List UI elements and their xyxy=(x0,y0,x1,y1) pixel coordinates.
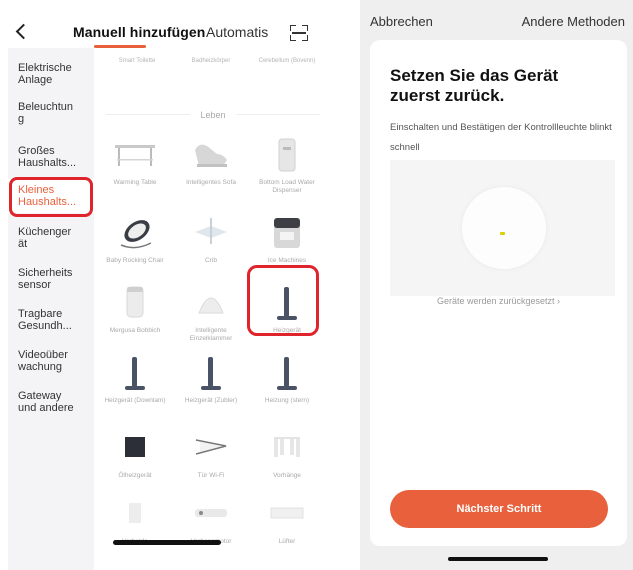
device-fan[interactable]: Lüfter xyxy=(252,492,322,570)
device-image xyxy=(462,187,546,269)
next-step-button[interactable]: Nächster Schritt xyxy=(390,490,608,528)
partial-device-label: Badheizkörper xyxy=(191,58,231,64)
door-icon xyxy=(188,426,234,468)
sofa-icon xyxy=(188,133,234,175)
device-warming-table[interactable]: Warming Table xyxy=(100,133,170,213)
reset-card: Setzen Sie das Gerät zuerst zurück. Eins… xyxy=(370,40,627,546)
cylinder-device-icon xyxy=(112,281,158,323)
heater-icon xyxy=(264,351,310,393)
scan-icon[interactable] xyxy=(290,25,308,41)
heater-icon xyxy=(188,351,234,393)
sidebar-item-elektrische-anlage[interactable]: Elektrische Anlage xyxy=(8,62,94,86)
section-title: Leben xyxy=(94,110,332,120)
back-chevron-icon[interactable] xyxy=(15,23,32,40)
table-icon xyxy=(112,133,158,175)
tab-auto-scan[interactable]: Automatis xyxy=(206,24,268,40)
pillar-icon xyxy=(112,492,158,534)
device-mergusa[interactable]: Mergusa Bobbich xyxy=(100,281,170,361)
ice-machine-icon xyxy=(264,211,310,253)
partial-device-label: Cerebellum (Bovenn) xyxy=(258,58,316,64)
instruction-text: Einschalten und Bestätigen der Kontrolll… xyxy=(390,122,612,153)
device-heater-stern[interactable]: Heizung (stern) xyxy=(252,351,322,431)
highlight-box-sidebar xyxy=(9,177,93,217)
device-intelligent-clamp[interactable]: Intelligente Einzelklammer xyxy=(176,281,246,361)
home-indicator xyxy=(448,557,548,561)
sidebar-item-gateway[interactable]: Gateway und andere xyxy=(8,390,94,414)
tab-manual-add[interactable]: Manuell hinzufügen xyxy=(73,24,205,40)
device-heater-zubler[interactable]: Heizgerät (Zubler) xyxy=(176,351,246,431)
heater-icon xyxy=(112,351,158,393)
fan-icon xyxy=(264,492,310,534)
partial-device-label: Smart Toilette xyxy=(118,58,156,64)
rocking-chair-icon xyxy=(112,211,158,253)
device-vorhalde[interactable]: Vorhalde xyxy=(100,492,170,570)
motor-icon xyxy=(188,492,234,534)
device-category-screen: Manuell hinzufügen Automatis Elektrische… xyxy=(0,0,332,570)
curtain-icon xyxy=(264,426,310,468)
sidebar-item-sicherheitssensor[interactable]: Sicherheits sensor xyxy=(8,267,94,291)
sidebar-item-videoueberwachung[interactable]: Videoüber wachung xyxy=(8,349,94,373)
water-dispenser-icon xyxy=(264,133,310,175)
crib-icon xyxy=(188,211,234,253)
reset-device-screen: Abbrechen Andere Methoden Setzen Sie das… xyxy=(360,0,633,570)
page-title: Setzen Sie das Gerät zuerst zurück. xyxy=(390,66,559,105)
section-title-text: Leben xyxy=(190,110,236,120)
category-sidebar: Elektrische Anlage Beleuchtun g Großes H… xyxy=(8,48,94,570)
oil-heater-icon xyxy=(112,426,158,468)
dome-device-icon xyxy=(188,281,234,323)
home-indicator xyxy=(113,540,221,545)
device-water-dispenser[interactable]: Bottom Load Water Dispenser xyxy=(252,133,322,213)
highlight-box-heater xyxy=(247,265,319,336)
top-bar: Manuell hinzufügen Automatis xyxy=(0,0,332,48)
device-curtain-motor[interactable]: Vorhangmotor xyxy=(176,492,246,570)
device-crib[interactable]: Crib xyxy=(176,211,246,291)
device-baby-rocking-chair[interactable]: Baby Rocking Chair xyxy=(100,211,170,291)
sidebar-item-tragbare-gesundheit[interactable]: Tragbare Gesundh... xyxy=(8,308,94,332)
device-heater-downlam[interactable]: Heizgerät (Downlam) xyxy=(100,351,170,431)
sidebar-item-kuechengeraet[interactable]: Küchenger ät xyxy=(8,226,94,250)
cancel-button[interactable]: Abbrechen xyxy=(370,14,433,29)
sidebar-item-beleuchtung[interactable]: Beleuchtun g xyxy=(8,101,94,125)
device-intelligent-sofa[interactable]: Intelligentes Sofa xyxy=(176,133,246,213)
indicator-light-icon xyxy=(500,232,505,235)
sidebar-item-grosses-haushalts[interactable]: Großes Haushalts... xyxy=(8,145,94,169)
reset-help-link[interactable]: Geräte werden zurückgesetzt › xyxy=(370,296,627,306)
device-illustration xyxy=(390,160,615,296)
other-methods-button[interactable]: Andere Methoden xyxy=(522,14,625,29)
